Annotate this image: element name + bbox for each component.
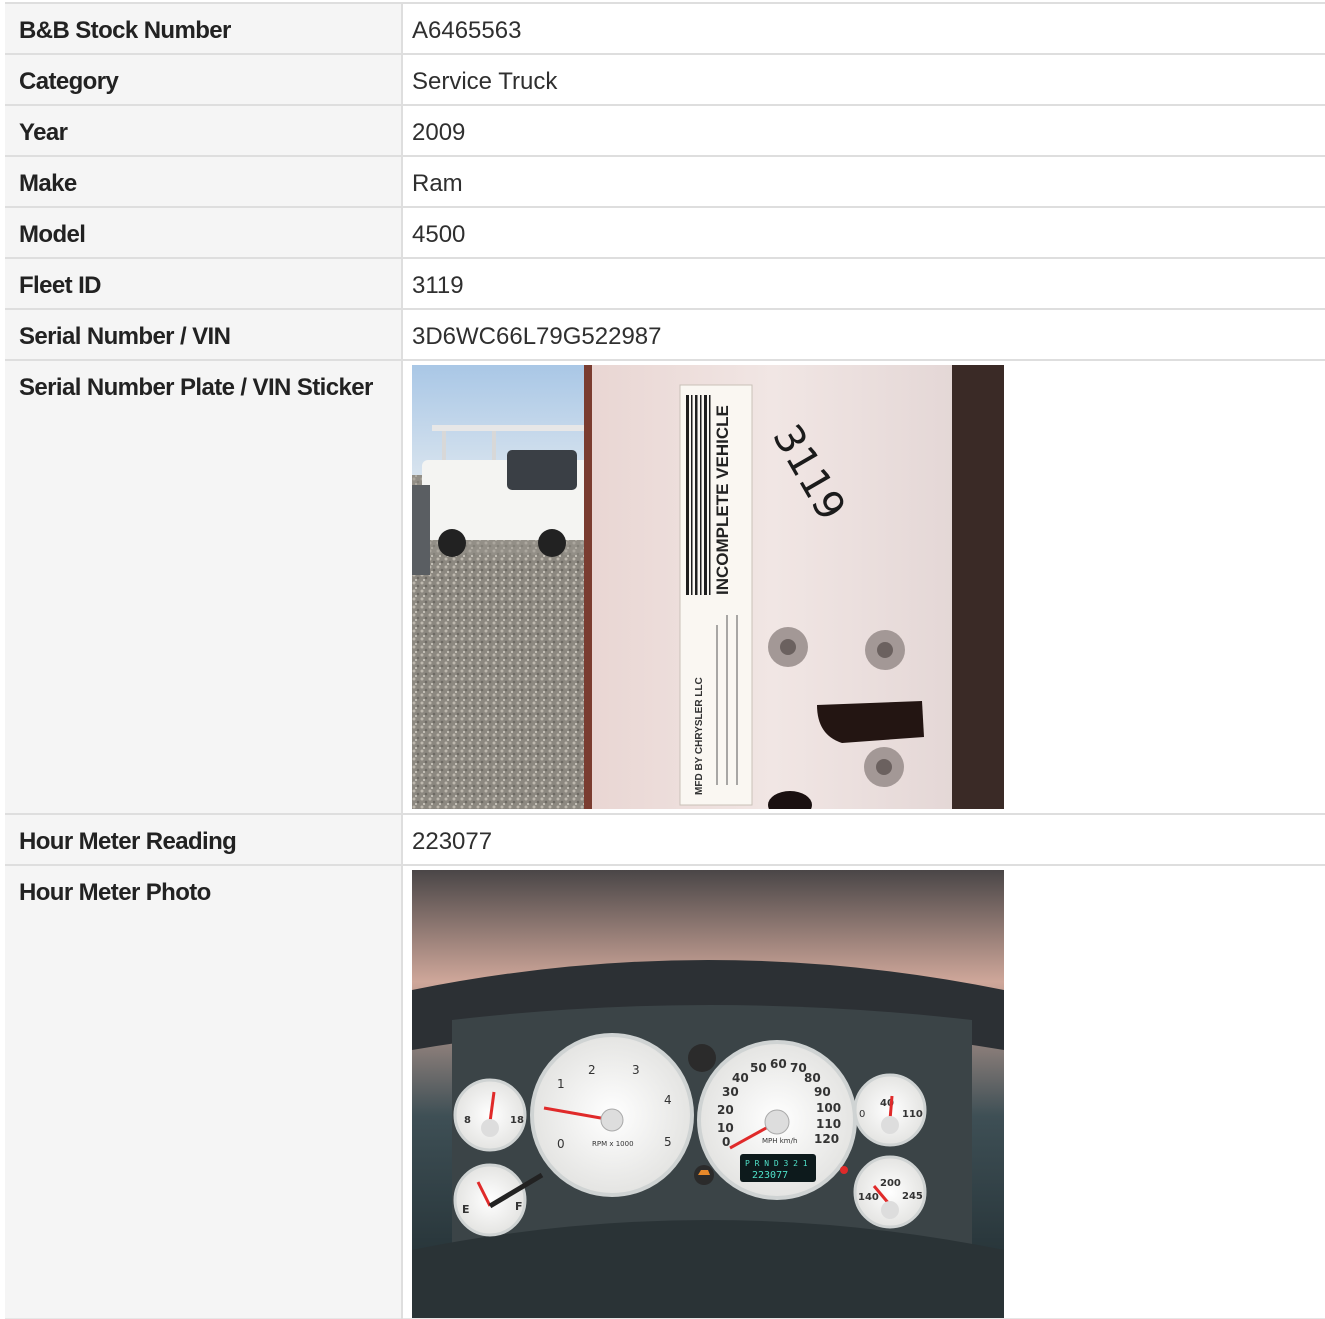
oil-tick: 0: [859, 1109, 865, 1120]
table-row: Year 2009: [5, 104, 1325, 157]
speed-tick: 20: [717, 1103, 734, 1117]
tachometer: 0 1 2 3 4 5 RPM x 1000: [530, 1033, 694, 1197]
table-row: Model 4500: [5, 206, 1325, 259]
speed-tick: 10: [717, 1121, 734, 1135]
hour-meter-photo[interactable]: 0 1 2 3 4 5 RPM x 1000 0 10 20 30 40 50 …: [412, 870, 1004, 1318]
sticker-manufacturer: MFD BY CHRYSLER LLC: [694, 677, 705, 795]
speed-tick: 50: [750, 1061, 767, 1075]
oil-pressure-gauge: 0 40 110: [853, 1073, 927, 1147]
odometer-readout: 223077: [752, 1170, 788, 1181]
vin-sticker-label: INCOMPLETE VEHICLE MFD BY CHRYSLER LLC: [679, 384, 753, 806]
row-label: Year: [19, 119, 68, 146]
speedometer: 0 10 20 30 40 50 60 70 80 90 100 110 120…: [697, 1040, 857, 1200]
speed-tick: 100: [816, 1101, 841, 1115]
tach-tick: 2: [588, 1063, 596, 1077]
temp-tick: 245: [902, 1191, 923, 1202]
speed-tick: 120: [814, 1132, 839, 1146]
tach-tick: 4: [664, 1093, 672, 1107]
temp-tick: 140: [858, 1192, 879, 1203]
volt-tick: 18: [510, 1115, 524, 1126]
volt-tick: 8: [464, 1115, 471, 1126]
table-row: Category Service Truck: [5, 53, 1325, 106]
row-label: Serial Number / VIN: [19, 323, 231, 350]
tach-tick: 5: [664, 1135, 672, 1149]
temp-tick: 200: [880, 1178, 901, 1189]
table-row: Hour Meter Reading 223077: [5, 813, 1325, 866]
sticker-heading: INCOMPLETE VEHICLE: [713, 405, 732, 595]
row-label: Make: [19, 170, 77, 197]
table-row: B&B Stock Number A6465563: [5, 2, 1325, 55]
speed-tick: 90: [814, 1085, 831, 1099]
instrument-cluster-image: 0 1 2 3 4 5 RPM x 1000 0 10 20 30 40 50 …: [412, 870, 1004, 1318]
tach-caption: RPM x 1000: [592, 1140, 634, 1148]
table-row: Serial Number / VIN 3D6WC66L79G522987: [5, 308, 1325, 361]
row-label: B&B Stock Number: [19, 17, 231, 44]
row-value: Service Truck: [412, 68, 558, 95]
voltage-gauge: 8 18: [453, 1078, 527, 1152]
row-label: Serial Number Plate / VIN Sticker: [19, 374, 373, 401]
table-row: Serial Number Plate / VIN Sticker INCOMP…: [5, 359, 1325, 815]
row-label: Category: [19, 68, 119, 95]
row-value: 3119: [412, 272, 464, 299]
speed-tick: 110: [816, 1117, 841, 1131]
coolant-temp-gauge: 140 200 245: [853, 1155, 927, 1229]
gear-indicator: P R N D 3 2 1: [745, 1159, 808, 1168]
speed-tick: 0: [722, 1135, 730, 1149]
row-value: 3D6WC66L79G522987: [412, 323, 662, 350]
specification-table: B&B Stock Number A6465563 Category Servi…: [5, 2, 1325, 1319]
row-value: Ram: [412, 170, 463, 197]
row-label: Model: [19, 221, 86, 248]
fuel-tick: E: [462, 1203, 470, 1216]
vin-sticker-image: INCOMPLETE VEHICLE MFD BY CHRYSLER LLC 3…: [412, 365, 1004, 809]
speed-caption: MPH km/h: [762, 1137, 797, 1145]
row-label: Hour Meter Reading: [19, 828, 237, 855]
speed-tick: 30: [722, 1085, 739, 1099]
speed-tick: 80: [804, 1071, 821, 1085]
speed-tick: 60: [770, 1057, 787, 1071]
speed-tick: 40: [732, 1071, 749, 1085]
tach-tick: 3: [632, 1063, 640, 1077]
row-value: 4500: [412, 221, 466, 248]
row-value: 223077: [412, 828, 493, 855]
fuel-tick: F: [515, 1200, 523, 1213]
row-value: A6465563: [412, 17, 522, 44]
tach-tick: 1: [557, 1077, 565, 1091]
oil-tick: 110: [902, 1109, 923, 1120]
table-row: Fleet ID 3119: [5, 257, 1325, 310]
row-label: Fleet ID: [19, 272, 101, 299]
table-row: Make Ram: [5, 155, 1325, 208]
table-row: Hour Meter Photo 0 1 2 3 4 5 RPM x 1000 …: [5, 864, 1325, 1319]
row-value: 2009: [412, 119, 466, 146]
row-label: Hour Meter Photo: [19, 879, 211, 906]
vin-sticker-photo[interactable]: INCOMPLETE VEHICLE MFD BY CHRYSLER LLC 3…: [412, 365, 1004, 809]
spec-sheet: B&B Stock Number A6465563 Category Servi…: [0, 0, 1325, 1319]
tach-tick: 0: [557, 1137, 565, 1151]
